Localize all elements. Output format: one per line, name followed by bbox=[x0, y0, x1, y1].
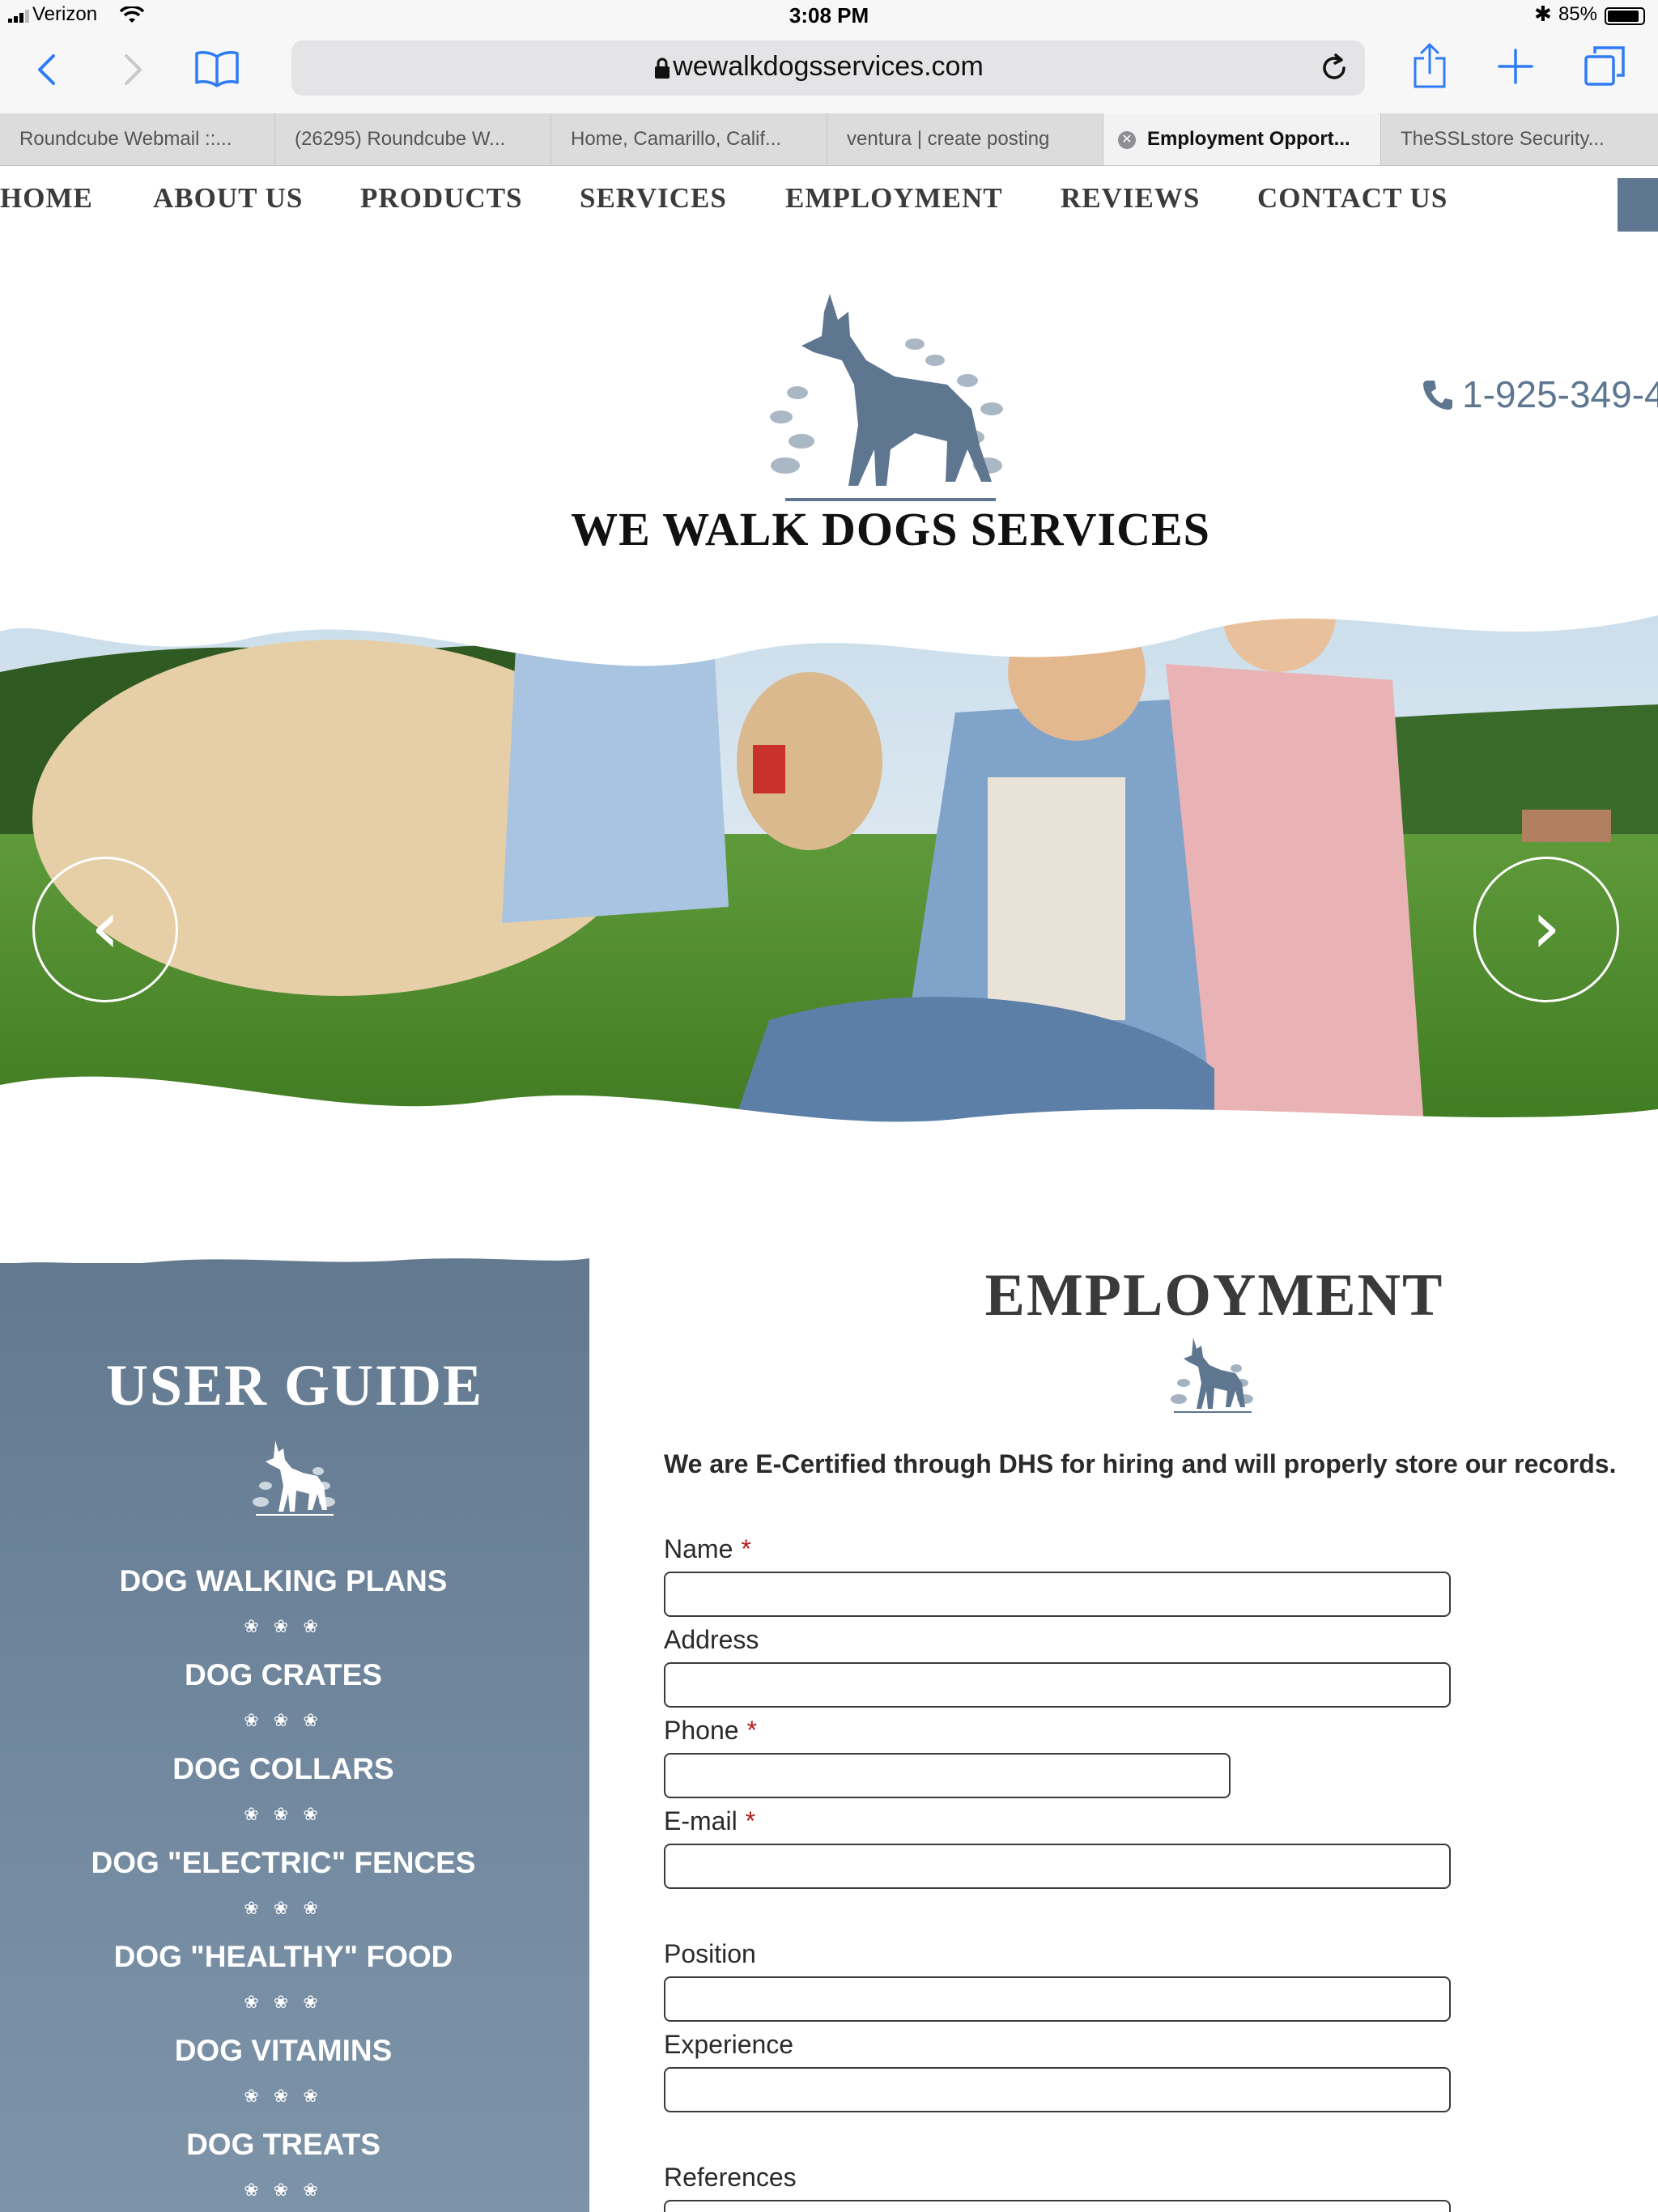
required-marker: * bbox=[741, 1534, 751, 1563]
bookmarks-icon[interactable] bbox=[194, 49, 240, 87]
tab-strip: Roundcube Webmail ::... (26295) Roundcub… bbox=[0, 113, 1658, 166]
nav-cta-button[interactable] bbox=[1618, 178, 1658, 232]
address-label: Address bbox=[664, 1625, 759, 1654]
tab-label: Employment Opport... bbox=[1147, 128, 1350, 150]
back-icon[interactable] bbox=[36, 53, 57, 86]
tab[interactable]: TheSSLstore Security... bbox=[1381, 113, 1658, 165]
address-input[interactable] bbox=[664, 1662, 1451, 1708]
tab-active[interactable]: ✕ Employment Opport... bbox=[1103, 113, 1381, 165]
required-marker: * bbox=[745, 1806, 756, 1836]
phone-input[interactable] bbox=[664, 1753, 1231, 1798]
intro-text: We are E-Certified through DHS for hirin… bbox=[664, 1449, 1617, 1478]
paw-divider-icon: ❀ ❀ ❀ bbox=[244, 2180, 323, 2200]
dog-logo-icon bbox=[770, 294, 1003, 501]
paw-divider-icon: ❀ ❀ ❀ bbox=[244, 1898, 323, 1918]
site-nav: HOME ABOUT US PRODUCTS SERVICES EMPLOYME… bbox=[0, 166, 1658, 231]
guide-link-collars[interactable]: DOG COLLARS bbox=[0, 1752, 567, 1786]
tab[interactable]: (26295) Roundcube W... bbox=[275, 113, 551, 165]
tab-label: Roundcube Webmail ::... bbox=[19, 128, 232, 150]
page-title: EMPLOYMENT bbox=[984, 1262, 1444, 1329]
references-label: References bbox=[664, 2163, 797, 2192]
required-marker: * bbox=[746, 1716, 757, 1745]
dog-emblem-icon bbox=[253, 1440, 335, 1516]
references-input[interactable] bbox=[664, 2200, 1451, 2212]
email-input[interactable] bbox=[664, 1844, 1451, 1889]
site-logo-title: WE WALK DOGS SERVICES bbox=[571, 503, 1210, 555]
sidebar-title: USER GUIDE bbox=[105, 1353, 484, 1418]
header-phone[interactable]: 1-925-349-4 bbox=[1422, 372, 1658, 416]
name-input[interactable] bbox=[664, 1572, 1451, 1617]
email-label: E-mail * bbox=[664, 1806, 756, 1836]
guide-link-electric-fences[interactable]: DOG "ELECTRIC" FENCES bbox=[0, 1846, 567, 1880]
tab-label: TheSSLstore Security... bbox=[1401, 128, 1605, 150]
nav-reviews[interactable]: REVIEWS bbox=[1061, 182, 1200, 215]
address-bar[interactable]: wewalkdogsservices.com bbox=[291, 40, 1365, 96]
tab[interactable]: Roundcube Webmail ::... bbox=[0, 113, 275, 165]
phone-number: 1-925-349-4 bbox=[1462, 373, 1658, 415]
new-tab-icon[interactable] bbox=[1498, 49, 1533, 84]
brush-edge bbox=[0, 1258, 589, 1278]
clock: 3:08 PM bbox=[789, 3, 869, 28]
hero-slider: ‹ › bbox=[0, 567, 1658, 1138]
close-tab-icon[interactable]: ✕ bbox=[1118, 130, 1136, 149]
slider-prev-button[interactable]: ‹ bbox=[32, 857, 178, 1002]
nav-services[interactable]: SERVICES bbox=[580, 182, 727, 215]
bluetooth-icon: ✱ bbox=[1534, 2, 1552, 26]
battery-icon bbox=[1605, 7, 1645, 25]
paw-divider-icon: ❀ ❀ ❀ bbox=[244, 1992, 323, 2012]
paw-divider-icon: ❀ ❀ ❀ bbox=[244, 1616, 323, 1636]
paw-divider-icon: ❀ ❀ ❀ bbox=[244, 1710, 323, 1730]
paw-divider-icon: ❀ ❀ ❀ bbox=[244, 1804, 323, 1824]
experience-label: Experience bbox=[664, 2030, 794, 2059]
battery-percent: 85% bbox=[1558, 3, 1597, 25]
nav-about-us[interactable]: ABOUT US bbox=[153, 182, 303, 215]
share-icon[interactable] bbox=[1412, 42, 1448, 89]
tab-label: Home, Camarillo, Calif... bbox=[571, 128, 782, 150]
status-bar: Verizon 3:08 PM ✱ 85% bbox=[0, 0, 1658, 32]
phone-label: Phone * bbox=[664, 1716, 757, 1745]
guide-link-vitamins[interactable]: DOG VITAMINS bbox=[0, 2034, 567, 2068]
guide-link-walking-plans[interactable]: DOG WALKING PLANS bbox=[0, 1564, 567, 1598]
url-text: wewalkdogsservices.com bbox=[673, 51, 984, 82]
nav-home[interactable]: HOME bbox=[0, 182, 93, 215]
tab[interactable]: ventura | create posting bbox=[827, 113, 1103, 165]
hero-image bbox=[0, 567, 1658, 1138]
nav-employment[interactable]: EMPLOYMENT bbox=[785, 182, 1003, 215]
tab[interactable]: Home, Camarillo, Calif... bbox=[551, 113, 827, 165]
nav-products[interactable]: PRODUCTS bbox=[360, 182, 523, 215]
experience-input[interactable] bbox=[664, 2067, 1451, 2112]
position-input[interactable] bbox=[664, 1976, 1451, 2022]
tab-label: (26295) Roundcube W... bbox=[295, 128, 506, 150]
guide-link-healthy-food[interactable]: DOG "HEALTHY" FOOD bbox=[0, 1940, 567, 1974]
tab-label: ventura | create posting bbox=[847, 128, 1050, 150]
guide-link-treats[interactable]: DOG TREATS bbox=[0, 2128, 567, 2162]
guide-link-crates[interactable]: DOG CRATES bbox=[0, 1658, 567, 1692]
reload-icon[interactable] bbox=[1320, 53, 1349, 83]
slider-next-button[interactable]: › bbox=[1473, 857, 1619, 1002]
tabs-overview-icon[interactable] bbox=[1584, 45, 1626, 87]
dog-emblem-icon bbox=[1171, 1338, 1253, 1413]
user-guide-sidebar: USER GUIDE DOG WALKING PLANS ❀ ❀ ❀ DOG C… bbox=[0, 1258, 589, 2212]
position-label: Position bbox=[664, 1939, 756, 1968]
paw-divider-icon: ❀ ❀ ❀ bbox=[244, 2086, 323, 2106]
name-label: Name * bbox=[664, 1534, 751, 1563]
nav-contact-us[interactable]: CONTACT US bbox=[1257, 182, 1448, 215]
phone-icon bbox=[1423, 381, 1452, 410]
forward-icon[interactable] bbox=[123, 53, 144, 86]
